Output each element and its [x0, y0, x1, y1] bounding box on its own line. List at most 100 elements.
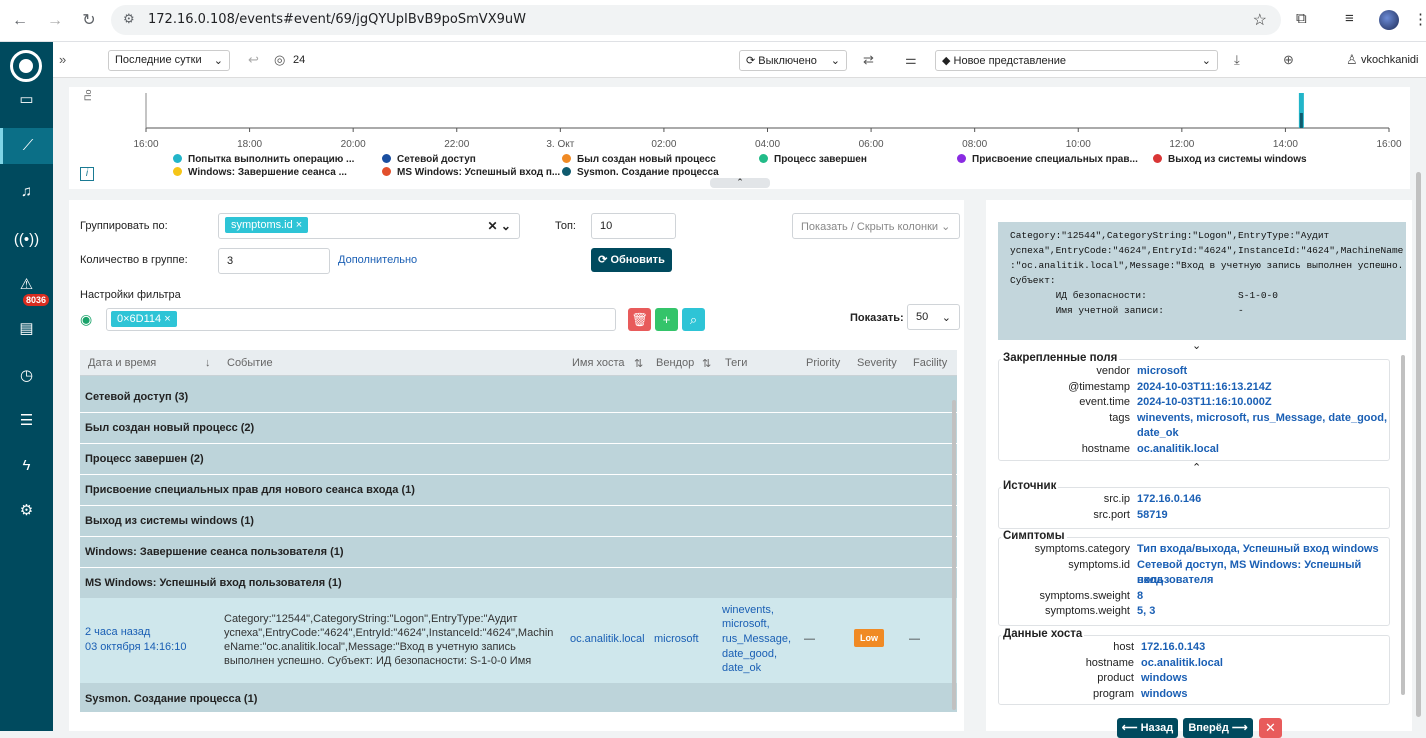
field-value[interactable]: windows	[1141, 687, 1187, 702]
legend-item[interactable]: Сетевой доступ	[382, 154, 476, 165]
col-host[interactable]: Имя хоста	[572, 357, 625, 369]
forward-arrow-icon[interactable]: →	[43, 9, 67, 33]
row-tag[interactable]: date_ok	[722, 661, 761, 675]
back-button[interactable]: ⟵ Назад	[1117, 718, 1178, 738]
col-datetime[interactable]: Дата и время	[88, 357, 156, 369]
col-priority[interactable]: Priority	[806, 357, 840, 369]
field-value[interactable]: 172.16.0.143	[1141, 640, 1205, 655]
filter-chip[interactable]: 0×6D114 ×	[111, 311, 177, 327]
list-icon[interactable]: ☰	[0, 403, 53, 439]
lightning-icon[interactable]: ϟ	[0, 448, 53, 484]
extensions-icon[interactable]: ⧉	[1296, 10, 1307, 27]
collapse-chart-button[interactable]: ⌃	[710, 178, 770, 188]
row-tag[interactable]: winevents,	[722, 603, 774, 617]
legend-item[interactable]: MS Windows: Успешный вход п...	[382, 167, 560, 178]
forward-button[interactable]: Вперёд ⟶	[1183, 718, 1253, 738]
close-detail-button[interactable]: ✕	[1259, 718, 1282, 738]
legend-item[interactable]: Выход из системы windows	[1153, 154, 1307, 165]
filter-input[interactable]: 0×6D114 ×	[106, 308, 616, 331]
field-value[interactable]: date_ok	[1137, 426, 1179, 441]
advanced-link[interactable]: Дополнительно	[338, 254, 417, 266]
filters-sliders-icon[interactable]: ⚌	[905, 52, 917, 68]
reload-icon[interactable]: ↻	[77, 9, 101, 33]
legend-item[interactable]: Sysmon. Создание процесса	[562, 167, 719, 178]
group-row[interactable]: Sysmon. Создание процесса (1)	[80, 684, 957, 715]
expand-sidebar-icon[interactable]: »	[59, 52, 66, 67]
period-select[interactable]: Последние сутки ⌄	[108, 50, 230, 71]
field-value[interactable]: 2024-10-03T11:16:10.000Z	[1137, 395, 1272, 410]
table-row-selected[interactable]: 2 часа назад 03 октября 14:16:10 Categor…	[80, 598, 957, 683]
autorefresh-select[interactable]: ⟳ Выключено ⌄	[739, 50, 847, 71]
top-input[interactable]: 10	[591, 213, 676, 239]
media-icon[interactable]: ≡	[1345, 10, 1354, 27]
row-host[interactable]: oc.analitik.local	[570, 632, 645, 646]
row-tag[interactable]: rus_Message,	[722, 632, 791, 646]
group-row[interactable]: Был создан новый процесс (2)	[80, 413, 957, 444]
row-tag[interactable]: microsoft,	[722, 617, 770, 631]
group-row[interactable]: Присвоение специальных прав для нового с…	[80, 475, 957, 506]
field-value[interactable]: oc.analitik.local	[1137, 442, 1219, 457]
col-facility[interactable]: Facility	[913, 357, 947, 369]
document-icon[interactable]: ▤	[0, 311, 53, 347]
field-value[interactable]: 8	[1137, 589, 1143, 604]
col-event[interactable]: Событие	[227, 357, 273, 369]
row-tag[interactable]: date_good,	[722, 647, 777, 661]
bookmark-star-icon[interactable]: ☆	[1253, 10, 1267, 30]
sort-desc-icon[interactable]: ↓	[205, 357, 211, 369]
clear-and-dropdown-icon[interactable]: ✕ ⌄	[488, 219, 511, 233]
expand-raw-chevron-icon[interactable]: ⌄	[1192, 339, 1201, 352]
sort-host-icon[interactable]: ⇅	[634, 357, 643, 370]
bell-icon[interactable]: ♫	[0, 174, 53, 210]
table-scrollbar[interactable]	[952, 400, 956, 710]
view-select[interactable]: ◆ Новое представление ⌄	[935, 50, 1218, 71]
profile-avatar[interactable]	[1379, 10, 1399, 30]
event-bar[interactable]	[1299, 113, 1303, 128]
col-vendor[interactable]: Вендор	[656, 357, 694, 369]
group-row[interactable]: Процесс завершен (2)	[80, 444, 957, 475]
clock-icon[interactable]: ◷	[0, 358, 53, 394]
show-count-select[interactable]: 50 ⌄	[907, 304, 960, 330]
sort-vendor-icon[interactable]: ⇅	[702, 357, 711, 370]
username[interactable]: vkochkanidi	[1361, 54, 1418, 66]
row-vendor[interactable]: microsoft	[654, 632, 699, 646]
refresh-button[interactable]: ⟳ Обновить	[591, 248, 672, 272]
group-row[interactable]: Выход из системы windows (1)	[80, 506, 957, 537]
page-scrollbar[interactable]	[1416, 172, 1421, 717]
collapse-pinned-chevron-icon[interactable]: ⌃	[1192, 461, 1201, 474]
group-row[interactable]: MS Windows: Успешный вход пользователя (…	[80, 568, 957, 599]
legend-item[interactable]: Был создан новый процесс	[562, 154, 716, 165]
legend-item[interactable]: Windows: Завершение сеанса ...	[173, 167, 347, 178]
download-icon[interactable]: ⤓	[1234, 52, 1240, 68]
info-icon[interactable]: i	[80, 167, 94, 181]
col-tags[interactable]: Теги	[725, 357, 747, 369]
field-value[interactable]: Тип входа/выхода, Успешный вход windows	[1137, 542, 1379, 557]
back-arrow-icon[interactable]: ←	[8, 9, 32, 33]
app-logo[interactable]	[10, 50, 42, 82]
legend-item[interactable]: Присвоение специальных прав...	[957, 154, 1138, 165]
field-value[interactable]: oc.analitik.local	[1141, 656, 1223, 671]
events-chart-icon[interactable]: ⟋	[0, 128, 53, 164]
field-value[interactable]: 2024-10-03T11:16:13.214Z	[1137, 380, 1272, 395]
group-row[interactable]: Сетевой доступ (3)	[80, 382, 957, 413]
search-button[interactable]: ⌕	[682, 308, 705, 331]
add-filter-button[interactable]: +	[655, 308, 678, 331]
delete-filter-button[interactable]: 🗑	[628, 308, 651, 331]
refresh-loop-icon[interactable]: ⇄	[863, 52, 874, 68]
eye-icon[interactable]: ◉	[80, 311, 92, 328]
sensors-icon[interactable]: ((•))	[0, 222, 53, 258]
legend-item[interactable]: Процесс завершен	[759, 154, 867, 165]
add-circle-icon[interactable]: ⊕	[1283, 52, 1294, 68]
group-by-select[interactable]: symptoms.id × ✕ ⌄	[218, 213, 520, 239]
field-value[interactable]: windows	[1141, 671, 1187, 686]
field-value[interactable]: 58719	[1137, 508, 1168, 523]
legend-item[interactable]: Попытка выполнить операцию ...	[173, 154, 354, 165]
field-value[interactable]: microsoft	[1137, 364, 1187, 379]
detail-scrollbar[interactable]	[1401, 355, 1405, 695]
site-info-icon[interactable]: ⚙	[123, 11, 135, 27]
show-hide-columns-button[interactable]: Показать / Скрыть колонки ⌄	[792, 213, 960, 239]
menu-dots-icon[interactable]: ⋮	[1413, 10, 1426, 28]
col-severity[interactable]: Severity	[857, 357, 897, 369]
settings-gear-icon[interactable]: ⚙	[0, 493, 53, 529]
field-value[interactable]: 5, 3	[1137, 604, 1155, 619]
undo-icon[interactable]: ↩	[248, 52, 259, 68]
